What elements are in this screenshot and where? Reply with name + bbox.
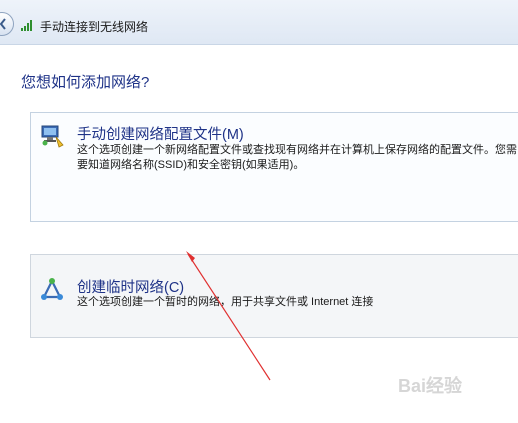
- watermark: Bai经验: [398, 376, 463, 396]
- back-arrow-icon: [0, 18, 6, 30]
- adhoc-network-option[interactable]: 创建临时网络(C) 这个选项创建一个暂时的网络，用于共享文件或 Internet…: [30, 254, 518, 338]
- back-button[interactable]: [0, 12, 14, 36]
- title-bar: 手动连接到无线网络: [0, 0, 518, 45]
- manual-profile-description: 这个选项创建一个新网络配置文件或查找现有网络并在计算机上保存网络的配置文件。您需…: [77, 144, 517, 171]
- adhoc-network-title: 创建临时网络(C): [77, 280, 185, 296]
- wireless-signal-icon: [21, 20, 32, 31]
- network-computer-icon: [41, 125, 64, 148]
- window-title: 手动连接到无线网络: [40, 20, 149, 34]
- adhoc-network-description: 这个选项创建一个暂时的网络，用于共享文件或 Internet 连接: [77, 296, 374, 308]
- manual-profile-option[interactable]: 手动创建网络配置文件(M) 这个选项创建一个新网络配置文件或查找现有网络并在计算…: [30, 112, 518, 222]
- manual-profile-title: 手动创建网络配置文件(M): [77, 127, 244, 143]
- page-heading: 您想如何添加网络?: [21, 74, 150, 91]
- adhoc-network-icon: [41, 278, 63, 300]
